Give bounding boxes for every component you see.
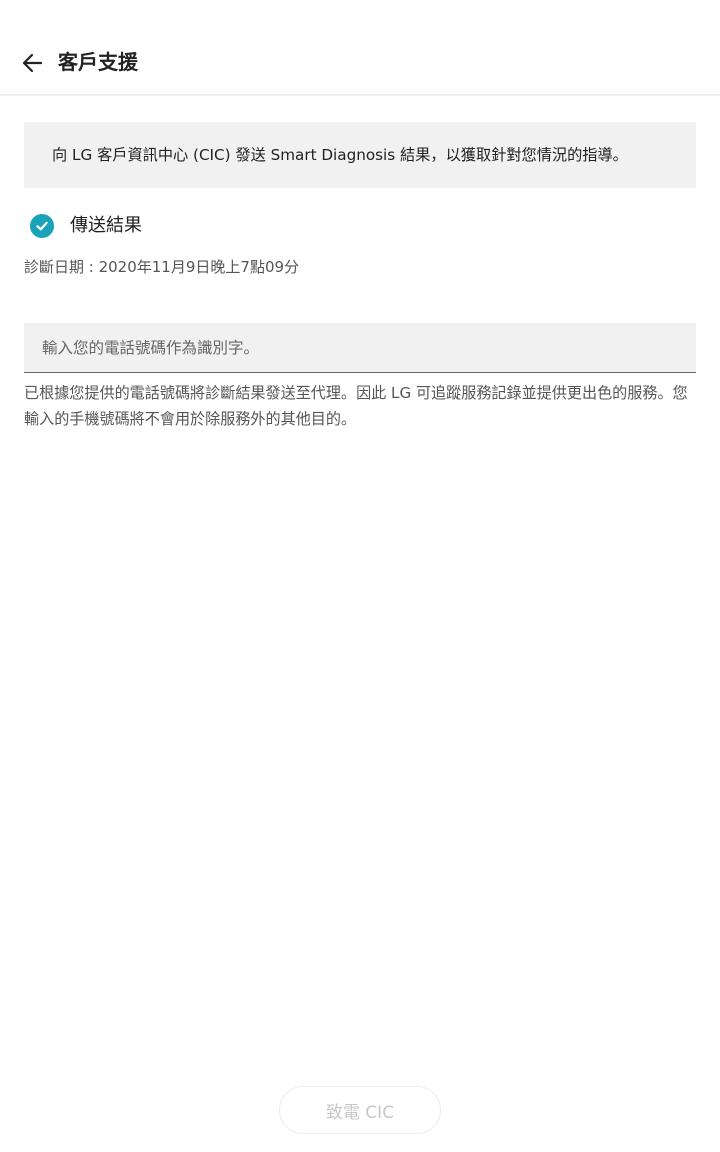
info-banner-text: 向 LG 客戶資訊中心 (CIC) 發送 Smart Diagnosis 結果，… [52, 146, 628, 164]
arrow-left-icon [22, 53, 43, 73]
back-button[interactable] [14, 46, 50, 80]
phone-input-container [24, 323, 696, 373]
app-bar: 客戶支援 [0, 0, 720, 96]
phone-number-input[interactable] [24, 323, 696, 372]
send-result-label: 傳送結果 [70, 215, 142, 236]
page-title: 客戶支援 [58, 50, 138, 74]
call-cic-button[interactable]: 致電 CIC [279, 1086, 441, 1134]
send-result-checkbox[interactable]: 傳送結果 [30, 212, 142, 240]
privacy-notice: 已根據您提供的電話號碼將診斷結果發送至代理。因此 LG 可追蹤服務記錄並提供更出… [24, 384, 688, 428]
info-banner: 向 LG 客戶資訊中心 (CIC) 發送 Smart Diagnosis 結果，… [24, 122, 696, 188]
check-circle-icon [30, 214, 54, 238]
diagnosis-date: 診斷日期 : 2020年11月9日晚上7點09分 [24, 258, 300, 276]
